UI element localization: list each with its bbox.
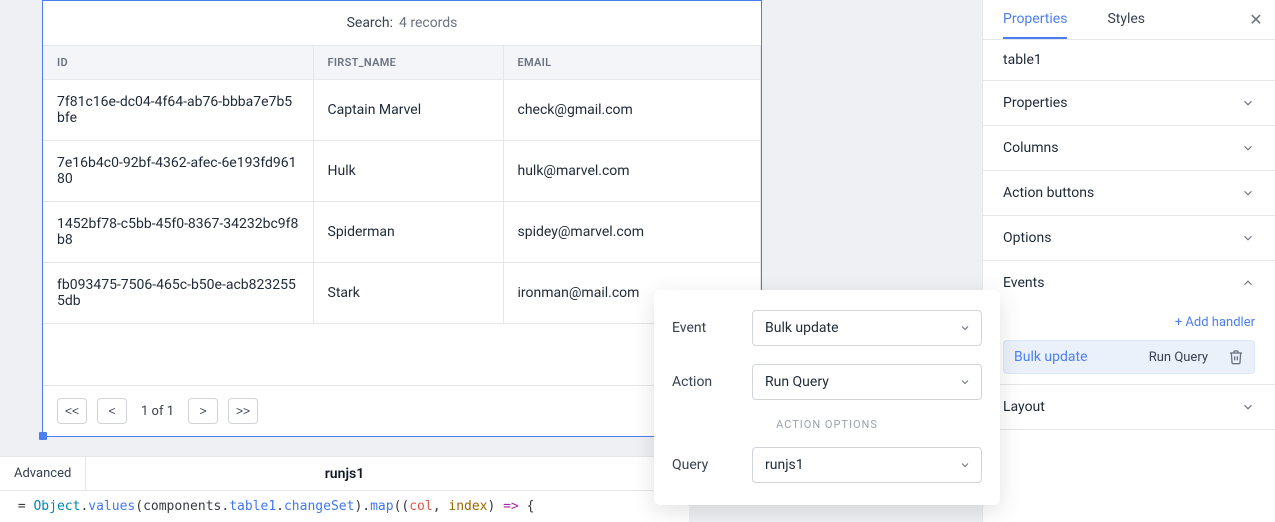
section-label: Layout xyxy=(1003,399,1045,415)
column-header-email[interactable]: EMAIL xyxy=(503,46,761,80)
tab-advanced[interactable]: Advanced xyxy=(0,457,86,490)
chevron-down-icon xyxy=(1241,96,1255,110)
action-select[interactable]: Run Query xyxy=(752,364,982,400)
tab-styles[interactable]: Styles xyxy=(1107,0,1145,39)
chevron-up-icon xyxy=(1241,276,1255,290)
chevron-down-icon xyxy=(1241,400,1255,414)
popover-section-label: ACTION OPTIONS xyxy=(672,418,982,431)
section-options[interactable]: Options xyxy=(983,216,1275,261)
record-count: 4 records xyxy=(399,15,457,31)
selection-handle-icon[interactable] xyxy=(39,432,47,440)
cell-email[interactable]: hulk@marvel.com xyxy=(503,141,761,202)
chevron-down-icon xyxy=(959,459,971,471)
cell-first-name[interactable]: Captain Marvel xyxy=(313,80,503,141)
page-prev-button[interactable]: < xyxy=(97,398,127,424)
tab-properties[interactable]: Properties xyxy=(1003,0,1067,39)
cell-first-name[interactable]: Hulk xyxy=(313,141,503,202)
chevron-down-icon xyxy=(1241,186,1255,200)
component-name[interactable]: table1 xyxy=(983,40,1275,81)
cell-id[interactable]: 1452bf78-c5bb-45f0-8367-34232bc9f8b8 xyxy=(43,202,313,263)
section-label: Action buttons xyxy=(1003,185,1094,201)
section-events[interactable]: Events xyxy=(983,261,1275,305)
event-select-value: Bulk update xyxy=(765,320,839,336)
section-label: Options xyxy=(1003,230,1051,246)
popover-label-query: Query xyxy=(672,457,736,473)
table-row[interactable]: 7e16b4c0-92bf-4362-afec-6e193fd96180 Hul… xyxy=(43,141,761,202)
events-body: + Add handler Bulk update Run Query xyxy=(983,305,1275,385)
cell-email[interactable]: spidey@marvel.com xyxy=(503,202,761,263)
section-properties[interactable]: Properties xyxy=(983,81,1275,126)
add-handler-button[interactable]: + Add handler xyxy=(1175,315,1255,330)
section-label: Properties xyxy=(1003,95,1067,111)
query-select-value: runjs1 xyxy=(765,457,804,473)
table-row[interactable]: fb093475-7506-465c-b50e-acb8232555db Sta… xyxy=(43,263,761,324)
section-label: Columns xyxy=(1003,140,1058,156)
chevron-down-icon xyxy=(1241,141,1255,155)
chevron-down-icon xyxy=(1241,231,1255,245)
inspector-panel: Properties Styles ✕ table1 Properties Co… xyxy=(982,0,1275,522)
event-handler-popover: Event Bulk update Action Run Query ACTIO… xyxy=(654,290,1000,505)
trash-icon[interactable] xyxy=(1228,349,1244,365)
table-search-bar[interactable]: Search: 4 records xyxy=(43,1,761,45)
cell-id[interactable]: 7e16b4c0-92bf-4362-afec-6e193fd96180 xyxy=(43,141,313,202)
cell-email[interactable]: check@gmail.com xyxy=(503,80,761,141)
search-label: Search: xyxy=(347,15,393,31)
section-label: Events xyxy=(1003,275,1044,291)
chevron-down-icon xyxy=(959,376,971,388)
cell-id[interactable]: fb093475-7506-465c-b50e-acb8232555db xyxy=(43,263,313,324)
query-select[interactable]: runjs1 xyxy=(752,447,982,483)
handler-action-label: Run Query xyxy=(1149,350,1208,365)
data-table: ID FIRST_NAME EMAIL 7f81c16e-dc04-4f64-a… xyxy=(43,45,761,324)
table-header-row: ID FIRST_NAME EMAIL xyxy=(43,46,761,80)
table-row[interactable]: 7f81c16e-dc04-4f64-ab76-bbba7e7b5bfe Cap… xyxy=(43,80,761,141)
popover-label-event: Event xyxy=(672,320,736,336)
page-last-button[interactable]: >> xyxy=(228,398,258,424)
section-action-buttons[interactable]: Action buttons xyxy=(983,171,1275,216)
handler-event-label: Bulk update xyxy=(1014,349,1129,365)
code-editor[interactable]: = Object.values(components.table1.change… xyxy=(0,491,689,522)
action-select-value: Run Query xyxy=(765,374,829,390)
close-icon[interactable]: ✕ xyxy=(1247,11,1265,29)
popover-label-action: Action xyxy=(672,374,736,390)
column-header-id[interactable]: ID xyxy=(43,46,313,80)
query-title: runjs1 xyxy=(325,466,364,482)
event-handler-row[interactable]: Bulk update Run Query xyxy=(1003,340,1255,374)
section-layout[interactable]: Layout xyxy=(983,385,1275,430)
cell-first-name[interactable]: Stark xyxy=(313,263,503,324)
cell-id[interactable]: 7f81c16e-dc04-4f64-ab76-bbba7e7b5bfe xyxy=(43,80,313,141)
table-row[interactable]: 1452bf78-c5bb-45f0-8367-34232bc9f8b8 Spi… xyxy=(43,202,761,263)
query-panel: Advanced runjs1 = Object.values(componen… xyxy=(0,456,689,522)
page-info: 1 of 1 xyxy=(137,404,178,419)
chevron-down-icon xyxy=(959,322,971,334)
column-header-first-name[interactable]: FIRST_NAME xyxy=(313,46,503,80)
section-columns[interactable]: Columns xyxy=(983,126,1275,171)
cell-first-name[interactable]: Spiderman xyxy=(313,202,503,263)
page-next-button[interactable]: > xyxy=(188,398,218,424)
page-first-button[interactable]: << xyxy=(57,398,87,424)
event-select[interactable]: Bulk update xyxy=(752,310,982,346)
